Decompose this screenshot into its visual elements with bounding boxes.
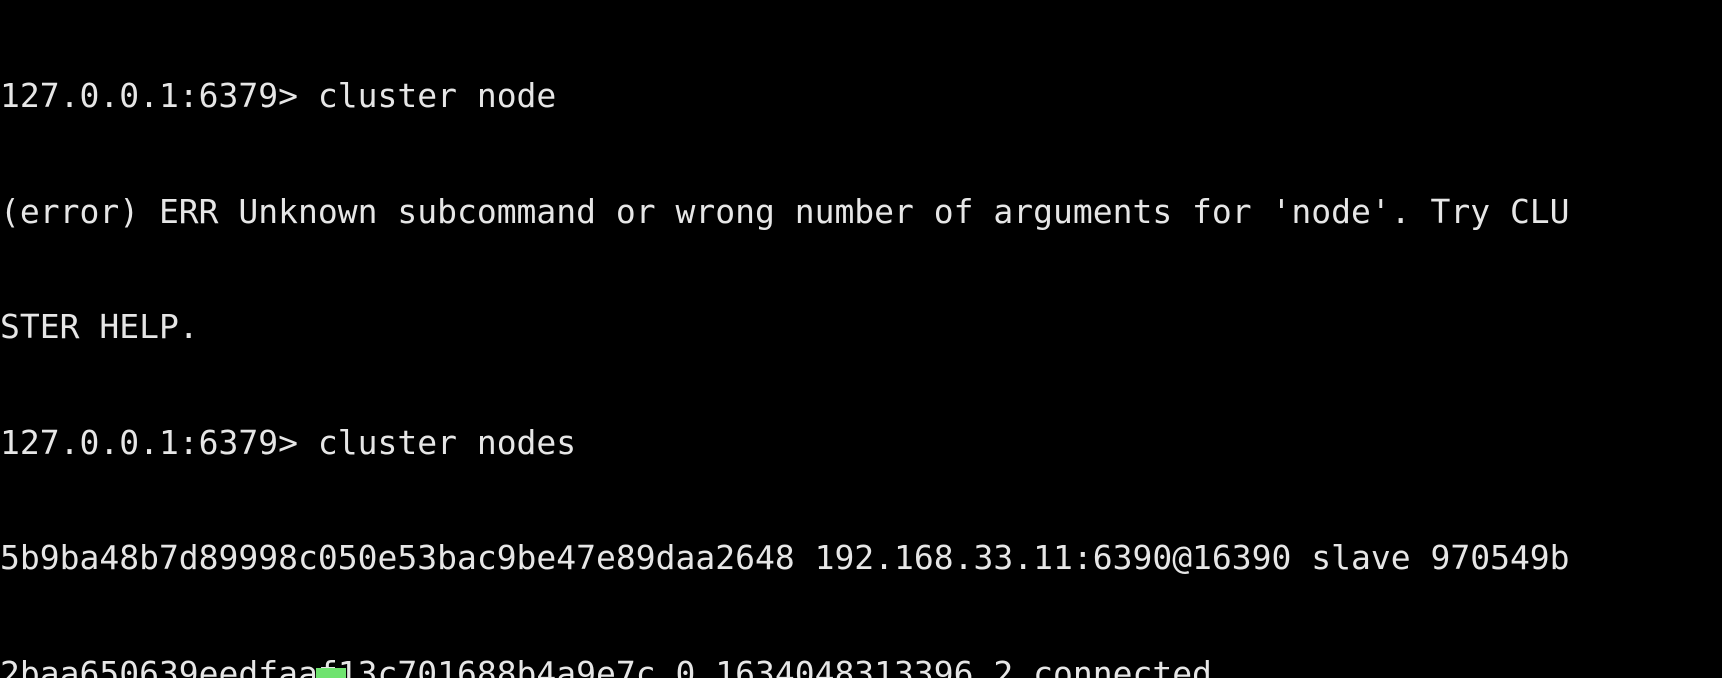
terminal-line: 127.0.0.1:6379> cluster node — [0, 77, 557, 115]
terminal-line: 127.0.0.1:6379> cluster nodes — [0, 423, 577, 462]
terminal-line: 5b9ba48b7d89998c050e53bac9be47e89daa2648… — [0, 539, 1570, 577]
terminal-line: 2baa650639eedfaaf13c701688b4a9e7c 0 1634… — [0, 654, 1212, 678]
terminal-line: (error) ERR Unknown subcommand or wrong … — [0, 192, 1570, 231]
terminal-cursor — [316, 668, 346, 678]
terminal-window[interactable]: 127.0.0.1:6379> cluster node (error) ERR… — [0, 0, 1722, 678]
terminal-line: STER HELP. — [0, 308, 199, 346]
